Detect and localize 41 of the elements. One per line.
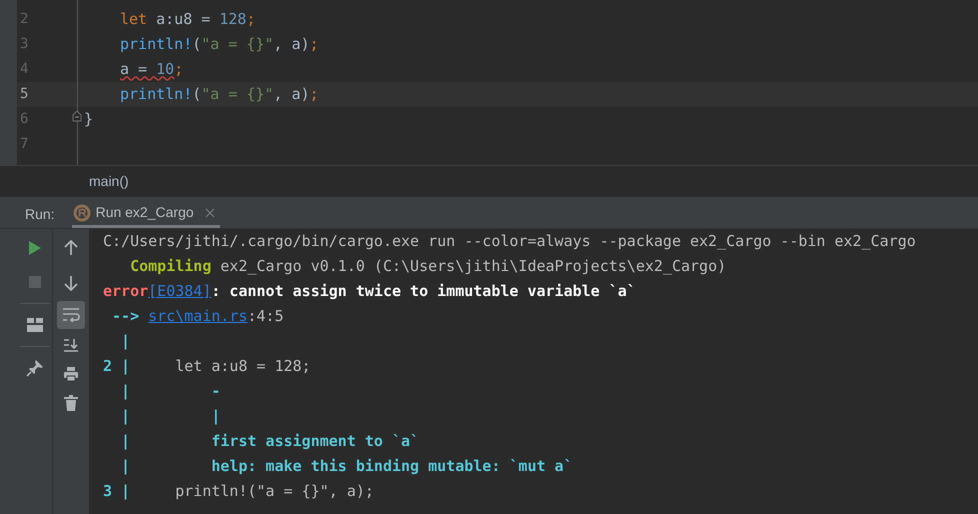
soft-wrap-icon (62, 308, 80, 322)
stop-icon (28, 275, 42, 289)
console-line: C:/Users/jithi/.cargo/bin/cargo.exe run --color=always --package ex2_Cargo --bin ex2_Cargo (103, 231, 916, 252)
panel-label: Run: (25, 204, 55, 224)
console-line: | first assignment to `a` (120, 431, 420, 452)
console-line: 3 | println!("a = {}", a); (103, 481, 374, 502)
console-line: | (120, 331, 130, 352)
console-line: | | (120, 406, 220, 428)
pin-icon (26, 359, 44, 377)
line-number: 5 (20, 85, 28, 104)
console-line: Compiling ex2_Cargo v0.1.0 (C:\Users\jithi\IdeaProjects\ex2_Cargo) (129, 256, 726, 278)
scroll-up-icon (64, 240, 78, 256)
run-icon (28, 240, 42, 256)
fold-marker-icon[interactable] (72, 110, 82, 122)
delete-icon (64, 395, 78, 411)
soft-wrap-button[interactable] (57, 301, 85, 329)
code-line: a = 10; (120, 59, 184, 80)
console-line: --> src\main.rs:4:5 (111, 306, 284, 328)
close-icon[interactable] (204, 208, 215, 218)
code-line: } (84, 109, 94, 130)
console-line: error[E0384]: cannot assign twice to immutable variable `a` (103, 281, 636, 302)
rust-logo-icon (72, 204, 91, 222)
code-line: println!("a = {}", a); (120, 34, 319, 56)
layout-icon (26, 318, 42, 332)
scroll-down-icon (64, 275, 78, 291)
link[interactable]: [E0384] (148, 282, 212, 300)
line-number: 2 (20, 10, 28, 29)
console-line: | - (120, 381, 220, 402)
run-tab[interactable]: Run ex2_Cargo (72, 200, 220, 228)
console-line: 2 | let a:u8 = 128; (103, 356, 311, 378)
scroll-to-end-icon (63, 338, 79, 352)
breadcrumb[interactable]: main() (89, 171, 129, 192)
link[interactable]: src\main.rs (148, 307, 248, 326)
line-number: 4 (20, 60, 28, 79)
console-line: | help: make this binding mutable: `mut a` (120, 456, 573, 478)
line-number: 7 (20, 135, 28, 154)
code-line: println!("a = {}", a); (120, 84, 319, 106)
line-number: 3 (20, 35, 28, 54)
line-number: 6 (20, 110, 28, 129)
print-icon (63, 366, 79, 382)
code-line: let a:u8 = 128; (120, 9, 256, 30)
